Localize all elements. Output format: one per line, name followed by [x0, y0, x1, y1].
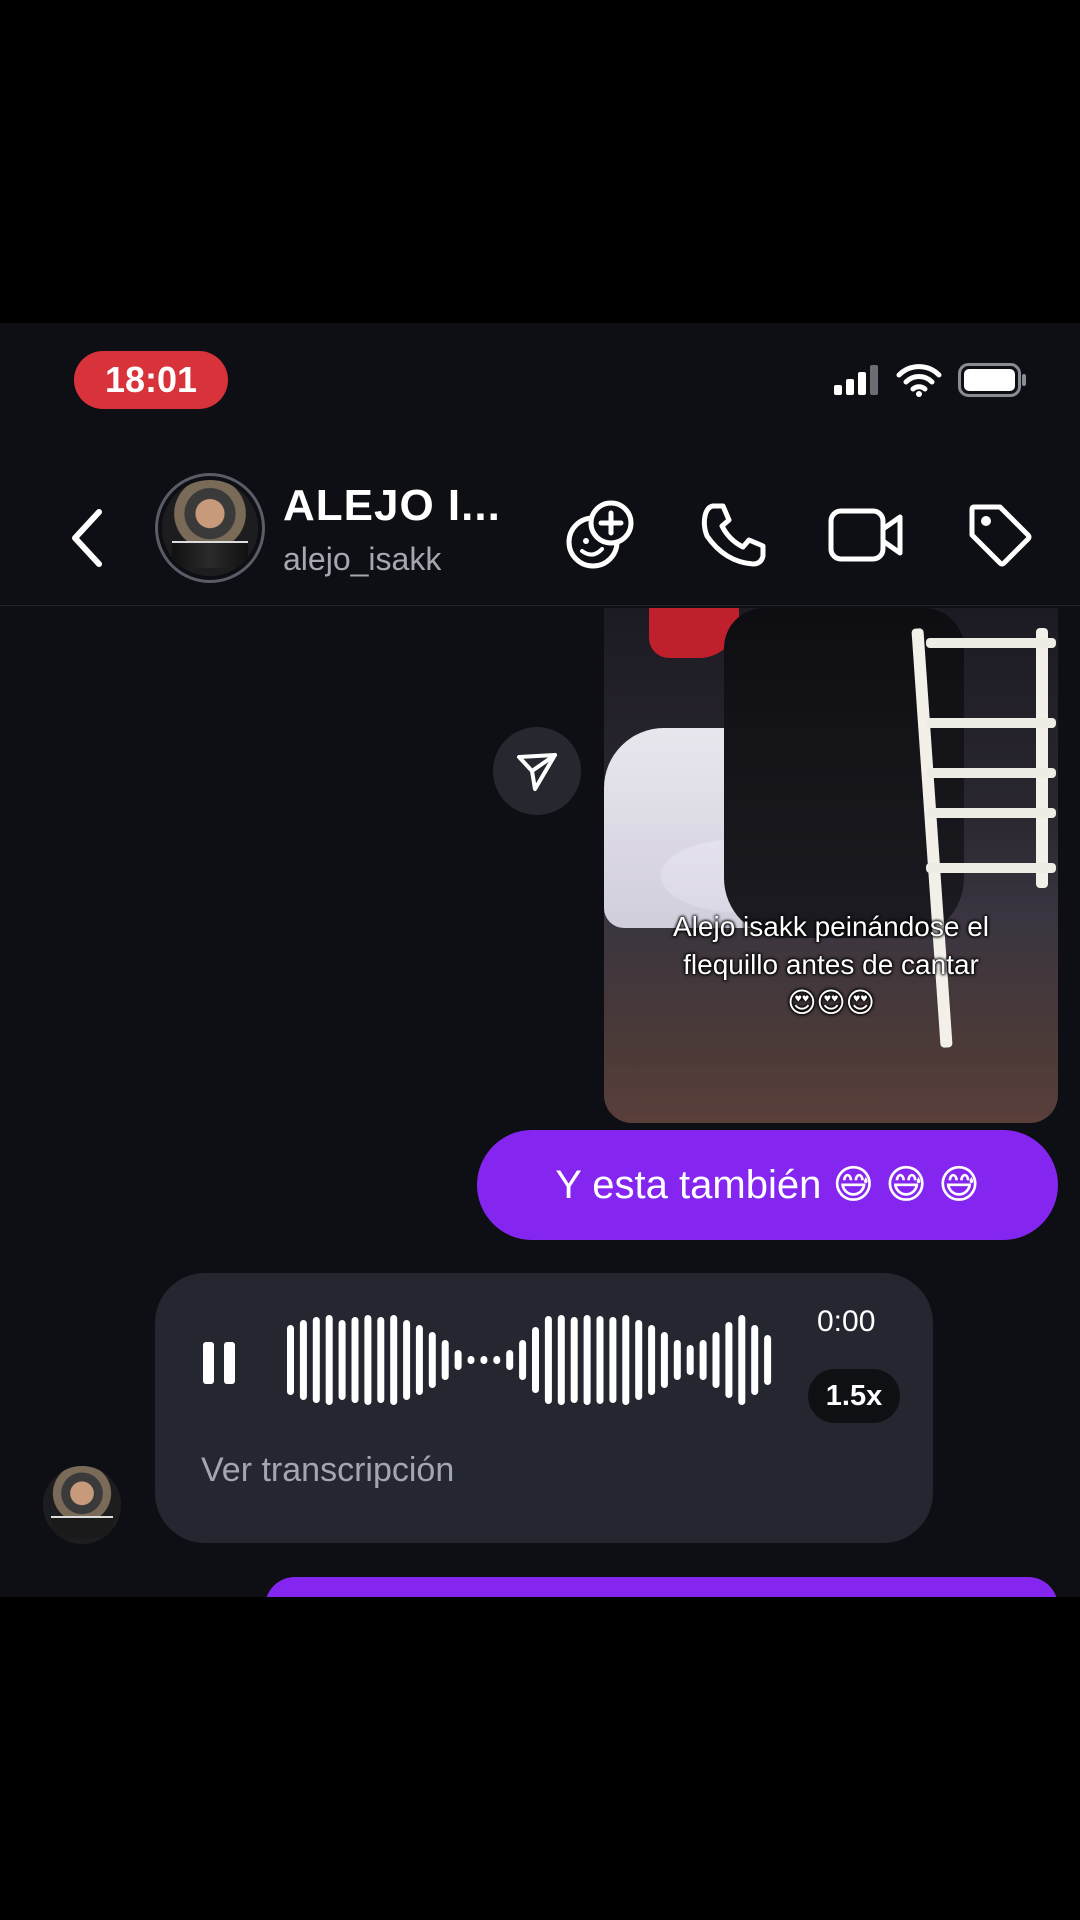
media-caption: Alejo isakk peinándose el flequillo ante…: [604, 908, 1058, 1022]
sent-message[interactable]: Y esta también 😅 😅 😅: [477, 1130, 1058, 1240]
video-call-button[interactable]: [828, 497, 904, 573]
pause-button[interactable]: [203, 1333, 245, 1393]
waveform-bar: [570, 1317, 578, 1403]
waveform-bar: [467, 1356, 475, 1364]
waveform-bar: [441, 1340, 449, 1380]
media-detail: [926, 768, 1056, 778]
chevron-left-icon: [72, 509, 102, 567]
pause-icon: [224, 1342, 235, 1384]
media-detail: [926, 863, 1056, 873]
sender-avatar[interactable]: [43, 1466, 121, 1544]
audio-call-button[interactable]: [696, 497, 772, 573]
view-transcription-link[interactable]: Ver transcripción: [201, 1451, 454, 1490]
battery-icon: [958, 363, 1028, 402]
waveform-bar: [544, 1316, 552, 1404]
waveform-bar: [428, 1332, 436, 1388]
share-button[interactable]: [493, 727, 581, 815]
waveform-bar: [622, 1315, 630, 1405]
waveform-bar: [635, 1320, 643, 1400]
waveform-bar: [660, 1332, 668, 1388]
waveform-bar: [415, 1325, 423, 1395]
caption-line: Alejo isakk peinándose el: [673, 911, 989, 942]
voice-duration: 0:00: [817, 1305, 876, 1338]
waveform-bar: [725, 1322, 733, 1398]
waveform-bar: [338, 1320, 346, 1400]
waveform-bar: [712, 1332, 720, 1388]
waveform-bar: [390, 1315, 398, 1405]
waveform-bar: [738, 1315, 746, 1405]
contact-avatar[interactable]: [155, 473, 265, 583]
pause-icon: [203, 1342, 214, 1384]
status-time: 18:01: [74, 351, 228, 409]
contact-handle[interactable]: alejo_isakk: [283, 541, 441, 578]
waveform-bar: [609, 1317, 617, 1403]
wifi-icon: [896, 363, 942, 402]
playback-speed-button[interactable]: 1.5x: [808, 1369, 900, 1423]
media-detail: [926, 808, 1056, 818]
header-divider: [0, 605, 1080, 606]
waveform-bar: [287, 1325, 294, 1395]
voice-message[interactable]: 0:00 1.5x Ver transcripción: [155, 1273, 933, 1543]
waveform-bar: [403, 1320, 411, 1400]
back-button[interactable]: [62, 503, 112, 573]
waveform-bar: [312, 1317, 320, 1403]
tag-button[interactable]: [962, 497, 1038, 573]
chat-screen: 18:01 ALEJO I... alejo_isakk Alejo isakk…: [0, 323, 1080, 1597]
media-detail: [926, 638, 1056, 648]
waveform-bar: [351, 1317, 359, 1403]
sent-message[interactable]: [265, 1577, 1058, 1597]
waveform-bar: [519, 1340, 527, 1380]
add-effect-button[interactable]: [562, 497, 638, 573]
waveform-bar: [751, 1325, 759, 1395]
waveform-bar: [673, 1340, 681, 1380]
avatar-image: [162, 480, 258, 576]
waveform-bar: [454, 1350, 462, 1370]
status-icons: [834, 363, 1028, 402]
media-message[interactable]: Alejo isakk peinándose el flequillo ante…: [604, 608, 1058, 1123]
signal-icon: [834, 365, 880, 400]
contact-name[interactable]: ALEJO I...: [283, 481, 501, 531]
waveform-bar: [299, 1320, 307, 1400]
waveform-bar: [699, 1340, 707, 1380]
waveform[interactable]: [285, 1305, 775, 1415]
waveform-bar: [364, 1315, 372, 1405]
waveform-bar: [493, 1356, 501, 1364]
tag-icon: [969, 504, 1032, 567]
add-effect-icon: [566, 500, 634, 569]
waveform-bar: [480, 1356, 488, 1364]
waveform-bar: [596, 1316, 604, 1404]
waveform-bar: [377, 1317, 385, 1403]
waveform-bar: [325, 1315, 333, 1405]
chat-header: ALEJO I... alejo_isakk: [0, 463, 1080, 606]
caption-emoji: 😍😍😍: [787, 987, 875, 1018]
video-icon: [828, 508, 903, 562]
waveform-bar: [583, 1315, 591, 1405]
waveform-bar: [532, 1327, 539, 1393]
phone-icon: [701, 503, 766, 567]
caption-line: flequillo antes de cantar: [683, 949, 979, 980]
waveform-bar: [764, 1335, 772, 1385]
media-detail: [926, 718, 1056, 728]
waveform-bar: [557, 1315, 565, 1405]
send-icon: [517, 753, 557, 791]
waveform-bar: [686, 1345, 694, 1375]
media-detail: [1036, 628, 1048, 888]
waveform-bar: [648, 1325, 656, 1395]
waveform-bar: [506, 1350, 514, 1370]
